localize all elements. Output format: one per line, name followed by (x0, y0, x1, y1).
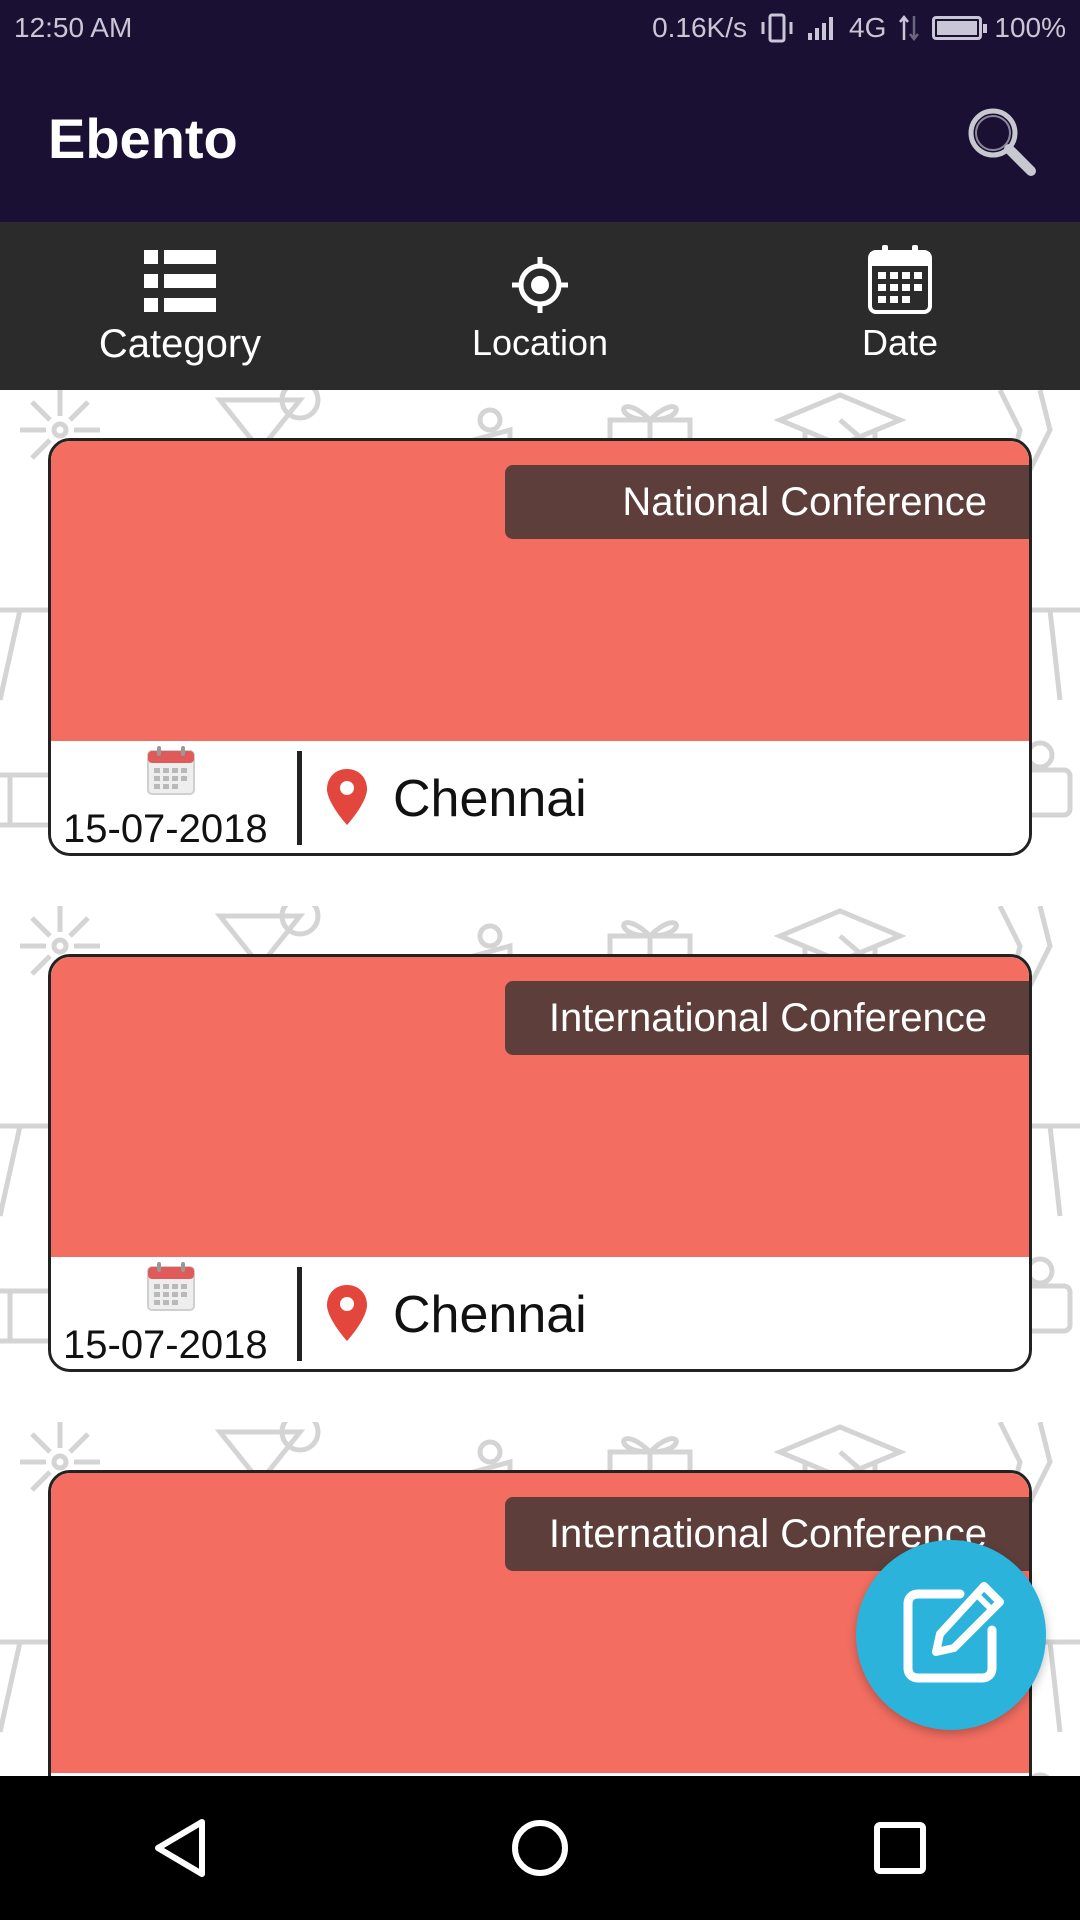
tab-location[interactable]: Location (360, 222, 720, 390)
event-city: Chennai (393, 1286, 587, 1344)
create-event-button[interactable] (856, 1540, 1046, 1730)
list-icon (144, 250, 216, 312)
event-date-box: 15-07-2018 (51, 741, 299, 853)
event-footer: 15-07-2018 Chennai (51, 741, 1029, 853)
search-button[interactable] (960, 100, 1040, 180)
data-arrows-icon (899, 14, 920, 42)
calendar-icon (147, 1262, 195, 1311)
calendar-icon (868, 245, 932, 314)
location-pin-icon (327, 769, 367, 825)
event-footer: 15-07-2018 Chennai (51, 1257, 1029, 1369)
tab-category[interactable]: Category (0, 222, 360, 390)
net-speed: 0.16K/s (652, 12, 748, 43)
nav-recents-button[interactable] (840, 1788, 960, 1908)
footer-divider (297, 1267, 302, 1361)
tab-category-label: Category (98, 322, 262, 366)
event-city: Chennai (393, 770, 587, 828)
nav-back-button[interactable] (120, 1788, 240, 1908)
location-pin-icon (327, 1285, 367, 1341)
battery-icon (932, 16, 988, 40)
recents-icon (874, 1822, 926, 1874)
home-icon (512, 1820, 568, 1876)
event-date: 15-07-2018 (63, 807, 268, 851)
vibrate-icon (761, 13, 793, 43)
status-bar: 12:50 AM 0.16K/s 4G 100% (0, 0, 1080, 56)
edit-icon (903, 1582, 1004, 1683)
nav-home-button[interactable] (480, 1788, 600, 1908)
app-bar: Ebento (0, 56, 1080, 222)
tab-date-label: Date (861, 322, 939, 363)
footer-divider (297, 751, 302, 845)
status-right: 0.16K/s 4G 100% (652, 12, 1066, 44)
app-title: Ebento (48, 107, 238, 170)
event-card[interactable]: National Conference 15-07-2018 Chennai (48, 438, 1032, 856)
signal-icon (808, 17, 834, 40)
target-icon (512, 257, 568, 313)
battery-text: 100% (994, 12, 1066, 43)
event-card[interactable]: International Conference 15-07-2018 Chen… (48, 954, 1032, 1372)
search-icon (968, 108, 1036, 176)
event-category-tag: National Conference (505, 465, 1029, 539)
status-time: 12:50 AM (14, 12, 133, 43)
tab-date[interactable]: Date (720, 222, 1080, 390)
tab-location-label: Location (471, 322, 609, 363)
event-date-box: 15-07-2018 (51, 1257, 299, 1369)
system-nav-bar (0, 1776, 1080, 1920)
event-category-tag: International Conference (505, 981, 1029, 1055)
event-date: 15-07-2018 (63, 1323, 268, 1367)
back-icon (155, 1819, 205, 1877)
network-type: 4G (849, 12, 887, 43)
calendar-icon (147, 746, 195, 795)
filter-bar: Category Location Date (0, 222, 1080, 390)
